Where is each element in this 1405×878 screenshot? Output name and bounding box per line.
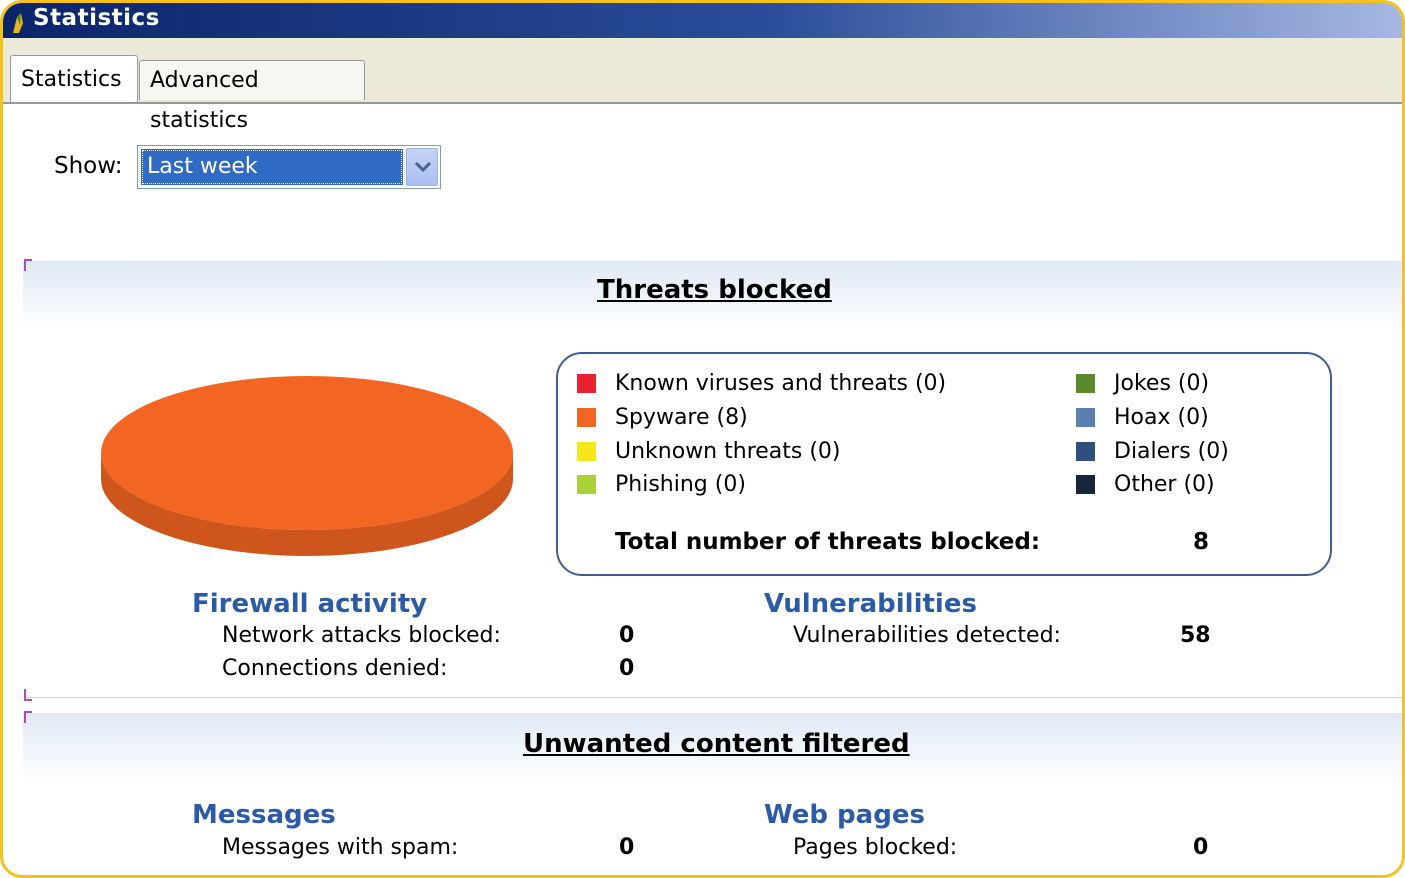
total-threats-label: Total number of threats blocked: [615, 529, 1041, 555]
connections-denied-value: 0 [619, 656, 635, 681]
legend-swatch-hoax [1076, 408, 1095, 427]
connections-denied-label: Connections denied: [222, 656, 448, 681]
web-pages-heading: Web pages [764, 800, 925, 830]
window-title: Statistics [33, 5, 160, 31]
title-bar: Statistics [3, 3, 1402, 38]
tab-advanced-statistics[interactable]: Advanced statistics [139, 60, 365, 133]
tab-statistics[interactable]: Statistics [10, 55, 138, 102]
legend-unknown-threats: Unknown threats (0) [615, 439, 841, 464]
vulnerabilities-detected-value: 58 [1180, 623, 1211, 648]
threats-pie-chart [101, 376, 513, 556]
total-threats-value: 8 [1193, 529, 1210, 555]
panel-corner-marker [24, 259, 32, 271]
legend-swatch-jokes [1076, 374, 1095, 393]
messages-spam-value: 0 [619, 835, 635, 860]
legend-dialers: Dialers (0) [1114, 439, 1229, 464]
legend-swatch-phishing [577, 475, 596, 494]
period-select[interactable]: Last week [137, 145, 441, 189]
unwanted-content-title: Unwanted content filtered [523, 729, 910, 759]
vulnerabilities-heading: Vulnerabilities [764, 589, 977, 619]
legend-other: Other (0) [1114, 472, 1215, 497]
period-select-value[interactable]: Last week [141, 149, 403, 185]
network-attacks-value: 0 [619, 623, 635, 648]
legend-swatch-dialers [1076, 442, 1095, 461]
legend-jokes: Jokes (0) [1114, 371, 1210, 396]
legend-spyware: Spyware (8) [615, 405, 748, 430]
panel-corner-marker [24, 711, 32, 723]
chevron-down-icon [414, 161, 432, 173]
network-attacks-label: Network attacks blocked: [222, 623, 501, 648]
legend-swatch-other [1076, 475, 1095, 494]
tab-bar: Statistics Advanced statistics [3, 38, 1402, 133]
legend-known-viruses: Known viruses and threats (0) [615, 371, 947, 396]
app-icon [13, 13, 23, 33]
legend-hoax: Hoax (0) [1114, 405, 1209, 430]
legend-swatch-spyware [577, 408, 596, 427]
statistics-window: Statistics Statistics Advanced statistic… [0, 0, 1405, 878]
pages-blocked-label: Pages blocked: [793, 835, 958, 860]
dropdown-button[interactable] [406, 148, 438, 186]
messages-spam-label: Messages with spam: [222, 835, 459, 860]
pie-slice-spyware [101, 376, 513, 530]
legend-swatch-unknown-threats [577, 442, 596, 461]
pages-blocked-value: 0 [1193, 835, 1209, 860]
legend-swatch-known-viruses [577, 374, 596, 393]
vulnerabilities-detected-label: Vulnerabilities detected: [793, 623, 1061, 648]
firewall-activity-heading: Firewall activity [192, 589, 428, 619]
threats-blocked-title: Threats blocked [597, 275, 832, 305]
panel-corner-marker [24, 689, 32, 701]
messages-heading: Messages [192, 800, 336, 830]
legend-phishing: Phishing (0) [615, 472, 746, 497]
show-label: Show: [54, 153, 123, 179]
